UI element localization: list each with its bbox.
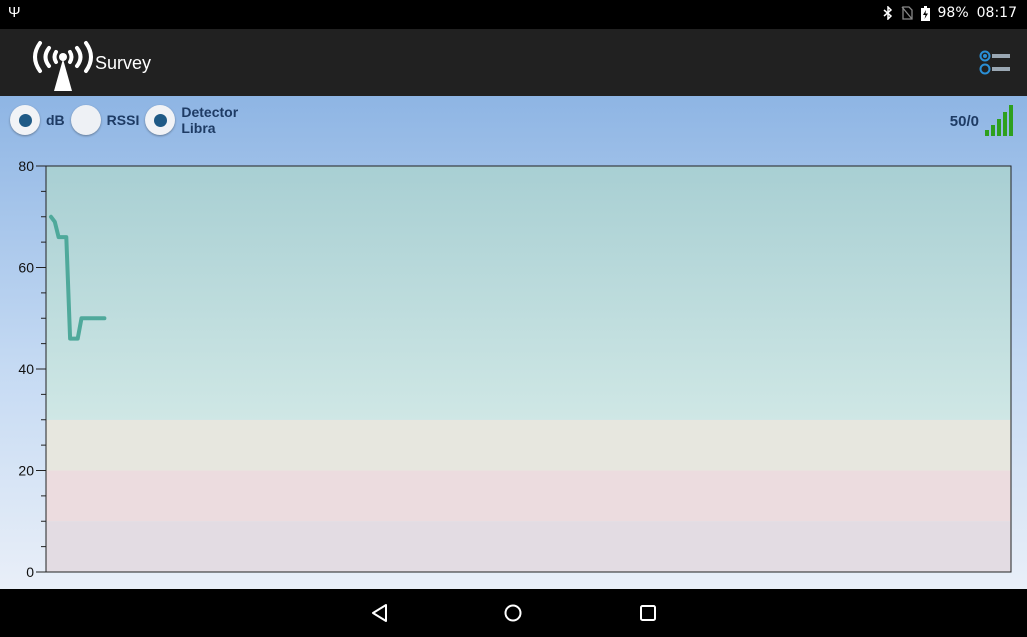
back-icon[interactable] [370, 603, 390, 623]
y-tick-label: 40 [18, 361, 34, 377]
survey-chart: 0 20 40 60 80 [18, 158, 1012, 580]
count-indicator: 50/0 [950, 104, 1015, 136]
detector-label: Detector [181, 104, 239, 120]
radio-db[interactable] [10, 105, 40, 135]
bluetooth-icon [883, 6, 892, 20]
battery-icon [920, 5, 930, 21]
y-axis: 0 20 40 60 80 [18, 158, 46, 580]
rssi-label: RSSI [106, 112, 140, 128]
detector-label-group: Detector Libra [181, 104, 238, 136]
battery-percent: 98% [937, 5, 969, 21]
chart-band [46, 521, 1011, 572]
chart-band [46, 166, 1011, 420]
usb-icon: Ψ [8, 4, 21, 21]
main-area: dB RSSI Detector Libra 50/0 0 20 40 60 80 [0, 96, 1027, 589]
chart-band [46, 419, 1011, 471]
y-tick-label: 80 [18, 158, 34, 174]
status-bar: Ψ 98% 08:17 [0, 0, 1027, 29]
radio-tower-icon [33, 41, 93, 91]
settings-list-icon[interactable] [979, 49, 1011, 77]
recents-icon[interactable] [638, 603, 658, 623]
status-icons: 98% 08:17 [883, 5, 1017, 21]
signal-bars-icon [985, 105, 1013, 136]
app-bar: Survey [0, 29, 1027, 96]
db-label: dB [46, 112, 65, 128]
app-title: Survey [95, 53, 152, 73]
chart-band [46, 470, 1011, 522]
detector-sublabel: Libra [181, 120, 216, 136]
radio-rssi[interactable] [70, 105, 101, 135]
y-tick-label: 60 [18, 260, 34, 276]
mode-selector: dB RSSI Detector Libra [10, 104, 238, 136]
count-text: 50/0 [949, 113, 979, 130]
clock: 08:17 [976, 5, 1017, 21]
y-tick-label: 0 [26, 564, 34, 580]
radio-detector[interactable] [145, 105, 176, 135]
chart-bands [46, 166, 1011, 572]
y-tick-label: 20 [18, 463, 34, 479]
radio-dot [153, 113, 167, 127]
nav-bar [0, 589, 1027, 637]
no-sim-icon [901, 6, 913, 20]
home-icon[interactable] [503, 603, 523, 623]
radio-dot [18, 113, 32, 127]
